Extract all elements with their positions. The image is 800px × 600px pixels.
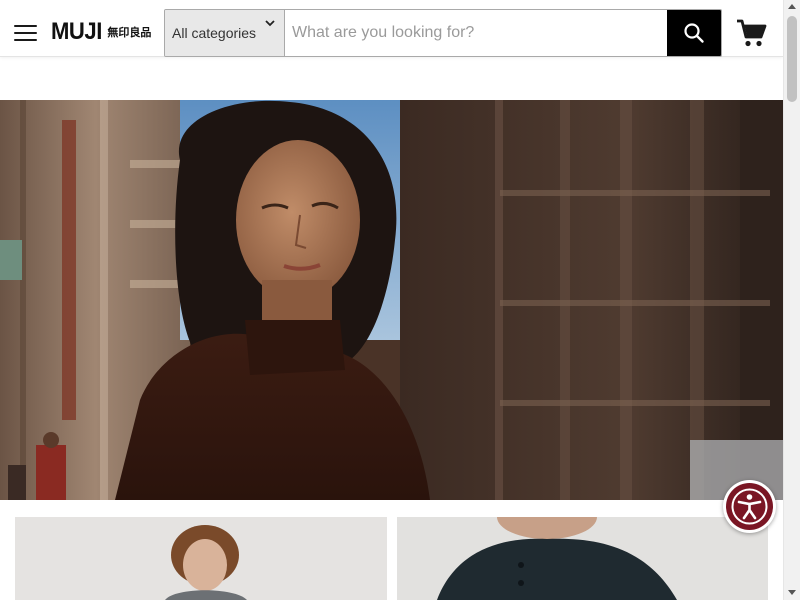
hamburger-menu-icon[interactable] [14, 22, 38, 42]
category-select[interactable]: All categories [165, 10, 285, 56]
scroll-up-arrow-icon[interactable] [788, 4, 796, 9]
site-header: MUJI 無印良品 All categories [0, 0, 783, 57]
search-icon [684, 23, 704, 43]
scrollbar-thumb[interactable] [787, 16, 797, 102]
product-tile-left-photo [15, 517, 387, 600]
accessibility-person-icon [731, 488, 768, 525]
product-tile-right[interactable] [397, 517, 768, 600]
logo-latin-text: MUJI [51, 18, 102, 45]
search-bar: All categories [164, 9, 722, 57]
muji-logo[interactable]: MUJI 無印良品 [51, 18, 151, 46]
accessibility-button-face [726, 483, 773, 530]
logo-japanese-text: 無印良品 [107, 25, 152, 39]
shopping-cart-icon[interactable] [736, 18, 768, 48]
menu-bar [14, 32, 37, 34]
muji-home-page: MUJI 無印良品 All categories [0, 0, 800, 600]
hero-banner-image[interactable] [0, 100, 783, 500]
search-button[interactable] [667, 10, 721, 56]
scroll-down-arrow-icon[interactable] [788, 590, 796, 595]
accessibility-button[interactable] [723, 480, 776, 533]
product-tile-left[interactable] [15, 517, 387, 600]
menu-bar [14, 25, 37, 27]
page-scrollbar[interactable] [783, 0, 800, 600]
menu-bar [14, 39, 37, 41]
chevron-down-icon [265, 20, 275, 27]
search-input[interactable] [285, 10, 667, 56]
product-tile-right-photo [397, 517, 768, 600]
hero-photo [0, 100, 783, 500]
category-select-value: All categories [172, 25, 257, 41]
